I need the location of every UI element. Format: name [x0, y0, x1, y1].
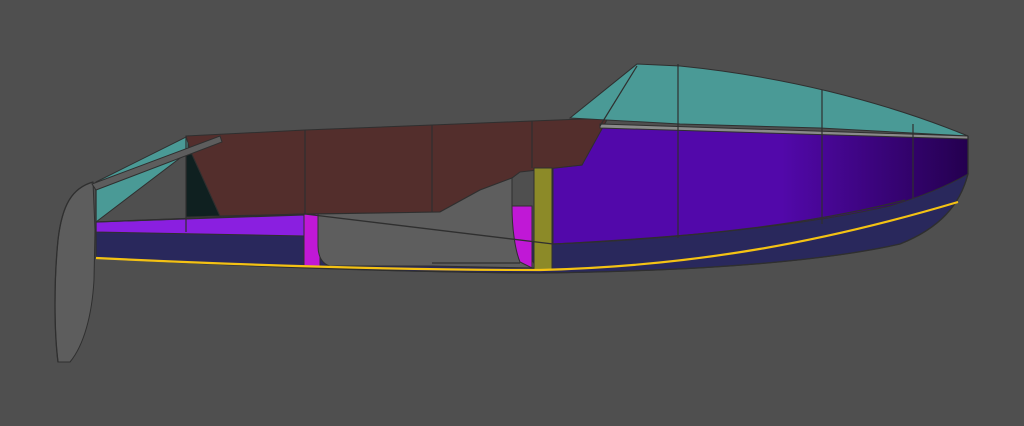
boat-profile-diagram: [54, 63, 969, 363]
rudder: [54, 181, 96, 363]
bulkhead: [533, 167, 553, 271]
boat-diagram-stage: [0, 0, 1024, 426]
